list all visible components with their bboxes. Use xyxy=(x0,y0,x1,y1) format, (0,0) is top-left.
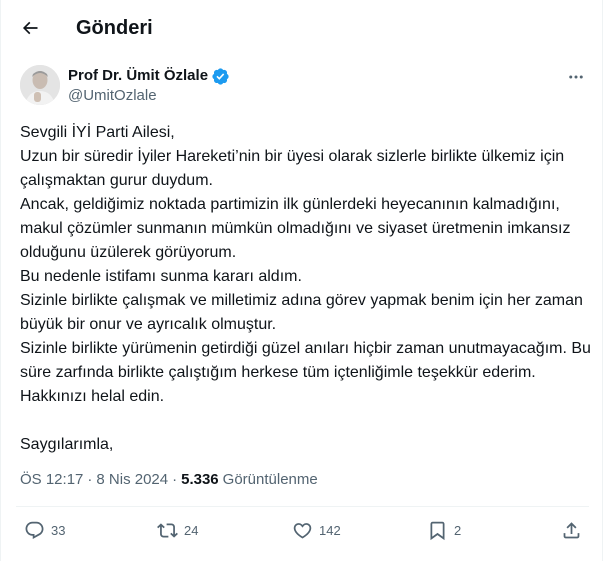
header: Gönderi xyxy=(0,0,605,56)
action-bar: 33 24 142 2 xyxy=(0,506,605,561)
views-label: Görüntülenme xyxy=(222,471,318,488)
repost-count: 24 xyxy=(184,522,199,538)
reply-icon xyxy=(25,521,44,539)
avatar[interactable] xyxy=(20,65,60,105)
post-meta: ÖS 12:17 · 8 Nis 2024 · 5.336 Görüntülen… xyxy=(20,470,318,490)
post-line: Bu nedenle istifamı sunma kararı aldım. xyxy=(20,268,302,285)
post-line: Ancak, geldiğimiz noktada partimizin ilk… xyxy=(20,196,571,261)
author-name[interactable]: Prof Dr. Ümit Özlale xyxy=(68,66,208,86)
post-line: Sizinle birlikte çalışmak ve milletimiz … xyxy=(20,292,583,333)
reply-button[interactable]: 33 xyxy=(24,520,65,541)
post-signature: Saygılarımla, xyxy=(20,436,114,453)
meta-separator: · xyxy=(87,471,93,488)
like-count: 142 xyxy=(319,522,341,538)
arrow-left-icon xyxy=(22,21,38,35)
post-time[interactable]: ÖS 12:17 xyxy=(20,470,83,490)
bookmark-button[interactable]: 2 xyxy=(427,520,461,541)
back-button[interactable] xyxy=(16,14,44,42)
post-line: Sevgili İYİ Parti Ailesi, xyxy=(20,124,175,141)
share-icon xyxy=(563,522,580,539)
post-text: Sevgili İYİ Parti Ailesi, Uzun bir süred… xyxy=(20,121,595,457)
more-options-button[interactable] xyxy=(563,66,589,88)
reply-count: 33 xyxy=(51,522,66,538)
post-line: Uzun bir süredir İyiler Hareketi’nin bir… xyxy=(20,148,565,189)
more-horizontal-icon xyxy=(569,75,583,79)
verified-badge-icon xyxy=(211,67,230,86)
post-date[interactable]: 8 Nis 2024 xyxy=(96,470,168,490)
page-title: Gönderi xyxy=(76,17,153,39)
profile-photo-icon xyxy=(20,65,60,105)
heart-icon xyxy=(293,523,312,539)
author-row: Prof Dr. Ümit Özlale xyxy=(68,66,230,86)
like-button[interactable]: 142 xyxy=(292,520,341,541)
post-line: Sizinle birlikte yürümenin getirdiği güz… xyxy=(20,340,591,405)
bookmark-icon xyxy=(430,521,445,541)
meta-separator: · xyxy=(172,471,178,488)
bookmark-count: 2 xyxy=(454,522,462,538)
author-handle[interactable]: @UmitOzlale xyxy=(68,86,157,106)
share-button[interactable] xyxy=(561,520,582,541)
repost-icon xyxy=(157,523,178,538)
repost-button[interactable]: 24 xyxy=(157,520,198,541)
views-count: 5.336 xyxy=(181,471,219,488)
